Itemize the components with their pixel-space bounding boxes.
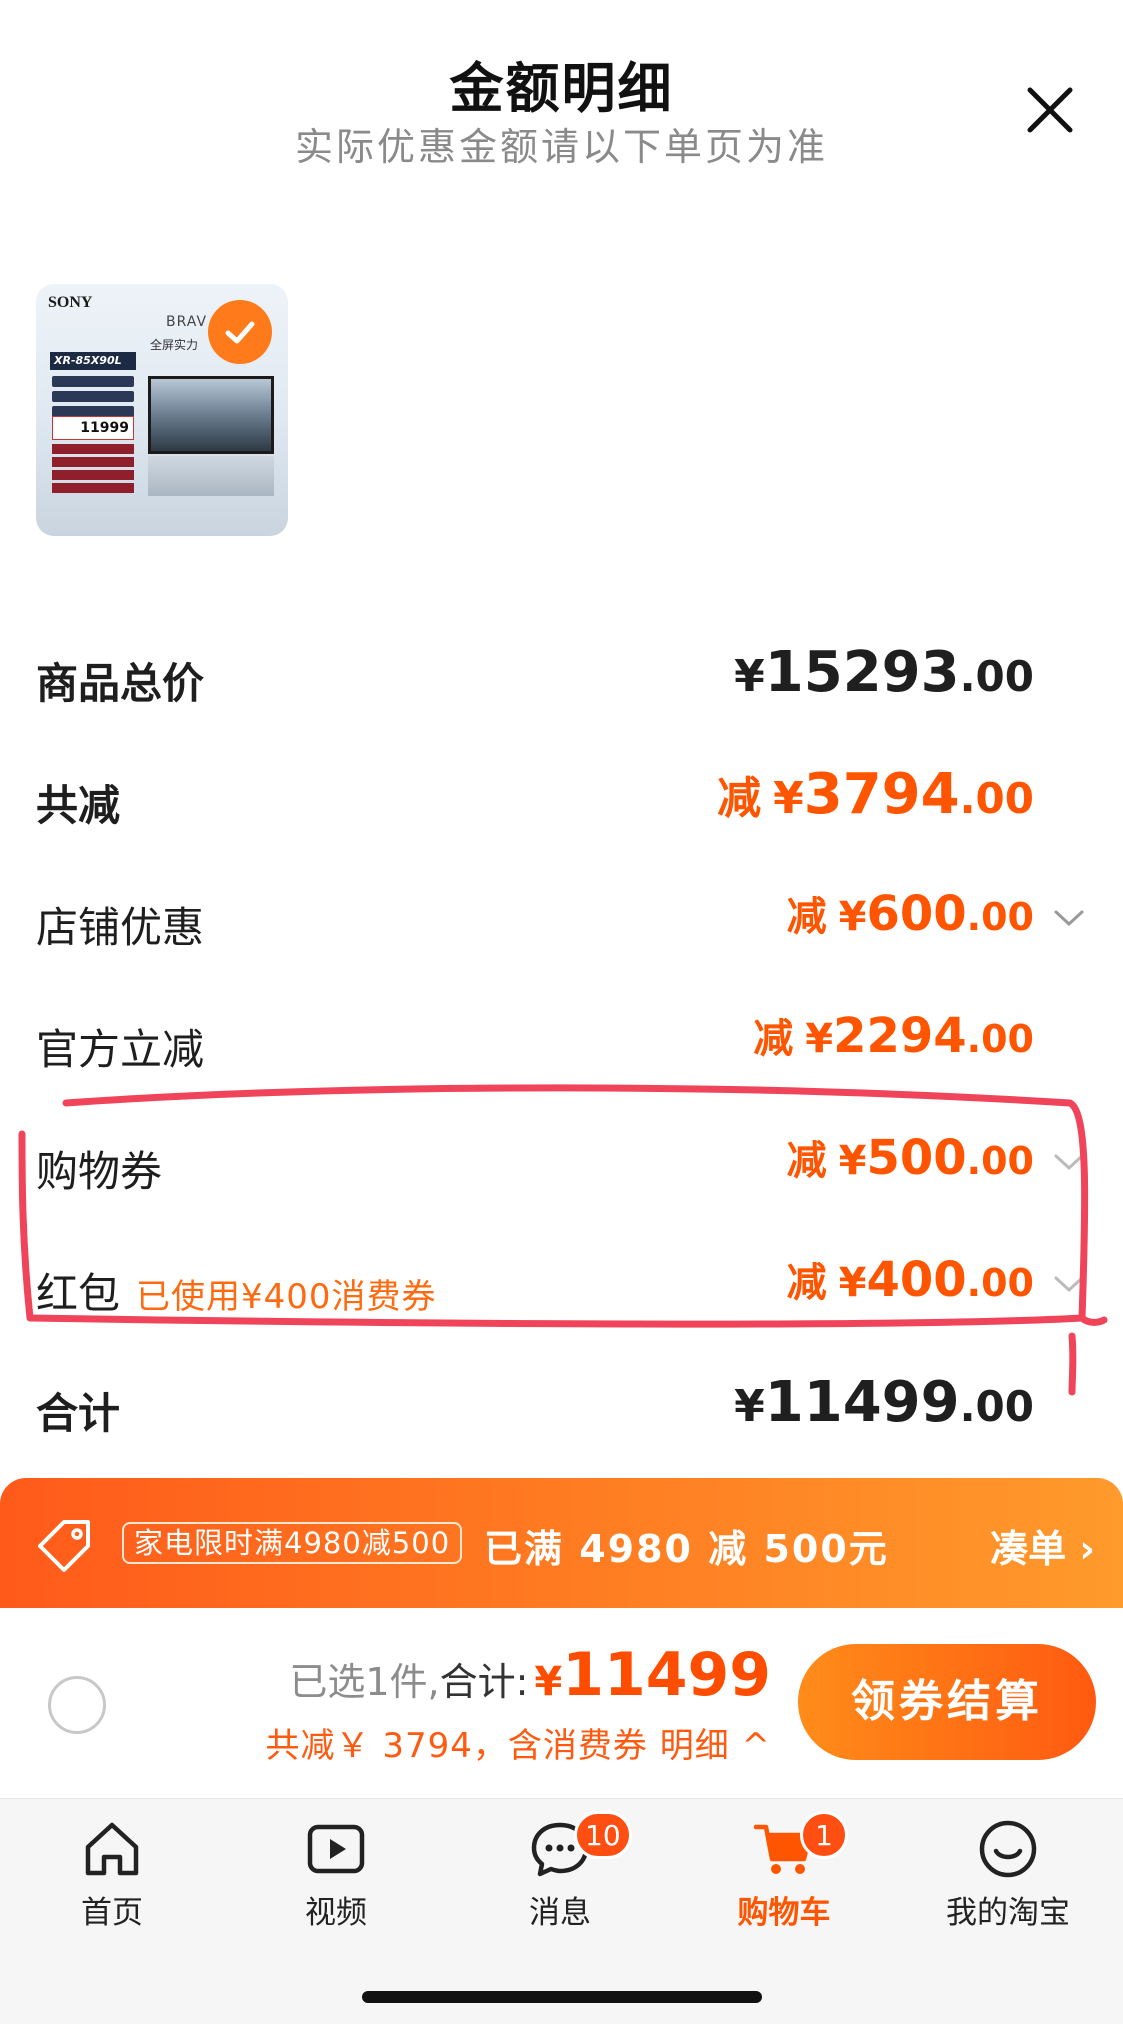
total-discount-label: 共减: [36, 781, 121, 830]
official-discount-label: 官方立减: [36, 1025, 205, 1074]
selected-count: 已选1件,: [289, 1660, 440, 1704]
tab-home[interactable]: 首页: [22, 1817, 202, 1937]
red-packet-label: 红包 已使用¥400消费券: [36, 1269, 437, 1318]
row-red-packet[interactable]: 红包 已使用¥400消费券 减 ¥400.00: [36, 1250, 1086, 1320]
product-brand: SONY: [48, 294, 93, 311]
red-packet-amount: 减 ¥400.00: [786, 1252, 1034, 1308]
promo-chip: 家电限时满4980减500: [122, 1522, 463, 1564]
grand-total-label: 合计: [36, 1389, 121, 1438]
row-total-price: 商品总价 ¥15293.00: [36, 640, 1086, 710]
chevron-down-icon[interactable]: [1052, 906, 1086, 930]
tab-video[interactable]: 视频: [246, 1817, 426, 1937]
product-price: 11999: [52, 416, 134, 440]
video-play-icon: [307, 1824, 365, 1874]
grand-total-amount: ¥11499.00: [734, 1370, 1034, 1435]
chevron-down-icon[interactable]: [1052, 1272, 1086, 1296]
home-icon: [85, 1822, 139, 1876]
store-discount-amount: 减 ¥600.00: [786, 886, 1034, 942]
tv-image: [148, 376, 274, 454]
chevron-down-icon[interactable]: [1052, 1150, 1086, 1174]
selected-check-badge[interactable]: [208, 300, 272, 364]
tab-label: 视频: [305, 1895, 367, 1931]
red-packet-used-note: 已使用¥400消费券: [136, 1277, 437, 1317]
row-total-discount: 共减 减 ¥3794.00: [36, 762, 1086, 832]
checkout-bar: 已选1件,合计: ¥11499 共减￥ 3794，含消费券 明细 ^ 领券结算: [0, 1608, 1123, 1798]
sheet-title: 金额明细: [449, 57, 674, 120]
product-promo-bars: [52, 444, 134, 496]
message-count-badge: 10: [574, 1811, 632, 1859]
amount-details-sheet: 金额明细 实际优惠金额请以下单页为准 SONY BRAV 全屏实力 XR-85X…: [0, 0, 1123, 2024]
tab-label: 我的淘宝: [946, 1895, 1070, 1931]
promo-bar[interactable]: 家电限时满4980减500 已满 4980 减 500元 凑单 ›: [0, 1478, 1123, 1608]
official-discount-amount: 减 ¥2294.00: [753, 1008, 1034, 1064]
shopping-voucher-label: 购物券: [36, 1147, 163, 1196]
tab-messages[interactable]: 10 消息: [470, 1811, 650, 1937]
total-price-amount: ¥15293.00: [734, 640, 1034, 705]
checkout-total-amount: 11499: [562, 1640, 771, 1710]
total-price-label: 商品总价: [36, 659, 205, 708]
close-icon: [1027, 87, 1073, 133]
total-discount-amount: 减 ¥3794.00: [717, 762, 1034, 827]
row-grand-total: 合计 ¥11499.00: [36, 1370, 1086, 1440]
price-tag-icon: [38, 1520, 90, 1572]
selected-summary: 已选1件,合计: ¥11499: [289, 1640, 771, 1710]
store-discount-label: 店铺优惠: [36, 903, 205, 952]
total-label: 合计:: [439, 1660, 529, 1704]
checkmark-icon: [225, 321, 255, 344]
sheet-subtitle: 实际优惠金额请以下单页为准: [294, 125, 828, 169]
shopping-voucher-amount: 减 ¥500.00: [786, 1130, 1034, 1186]
product-series: BRAV: [166, 314, 208, 330]
checkout-button[interactable]: 领券结算: [798, 1644, 1096, 1760]
tv-stand-image: [148, 456, 274, 496]
row-official-discount: 官方立减 减 ¥2294.00: [36, 1006, 1086, 1076]
promo-status: 已满 4980 减 500元: [484, 1527, 889, 1571]
row-store-discount[interactable]: 店铺优惠 减 ¥600.00: [36, 884, 1086, 954]
home-indicator[interactable]: [362, 1991, 762, 2003]
bottom-tab-bar: 首页 视频 10 消息 1 购物车 我的淘宝: [0, 1798, 1123, 2024]
product-feature-list: [52, 376, 134, 421]
close-button[interactable]: [1022, 82, 1078, 138]
product-model: XR-85X90L: [50, 352, 136, 370]
tab-label: 首页: [81, 1895, 143, 1931]
row-shopping-voucher[interactable]: 购物券 减 ¥500.00: [36, 1128, 1086, 1198]
combine-order-link[interactable]: 凑单 ›: [990, 1518, 1095, 1573]
tab-label: 消息: [529, 1895, 591, 1931]
smile-face-icon: [979, 1820, 1037, 1878]
select-all-radio[interactable]: [48, 1676, 106, 1734]
tab-my-taobao[interactable]: 我的淘宝: [918, 1817, 1098, 1937]
tab-cart[interactable]: 1 购物车: [694, 1811, 874, 1937]
cart-count-badge: 1: [800, 1811, 848, 1859]
savings-details-link[interactable]: 共减￥ 3794，含消费券 明细 ^: [266, 1718, 771, 1767]
tab-label: 购物车: [737, 1895, 831, 1931]
currency-symbol: ¥: [534, 1659, 563, 1705]
product-slogan: 全屏实力: [150, 338, 199, 352]
